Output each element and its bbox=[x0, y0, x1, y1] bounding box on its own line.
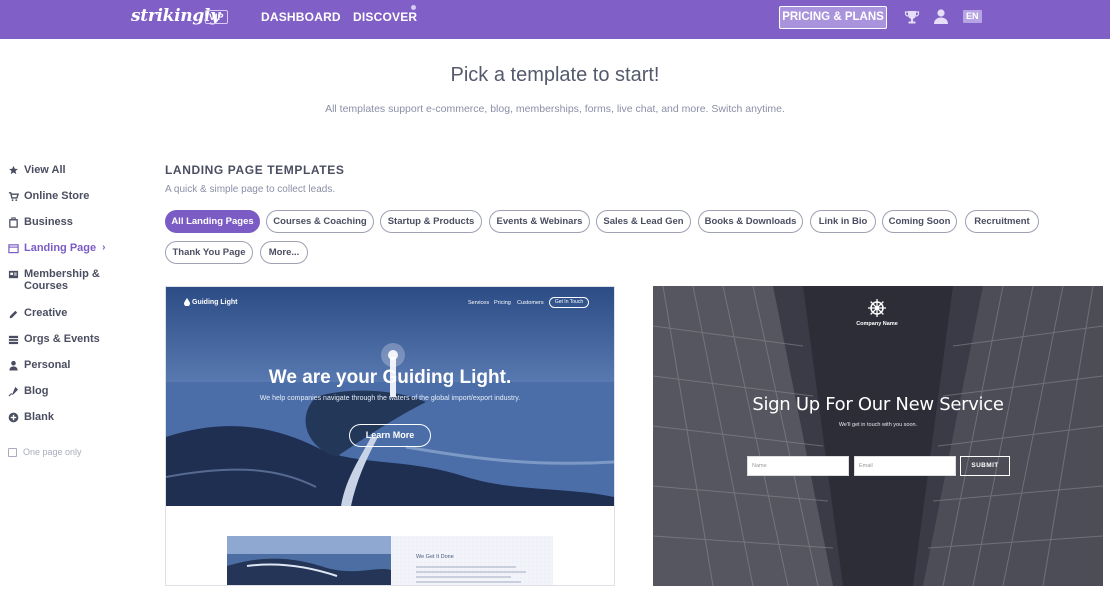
person-icon bbox=[9, 360, 18, 371]
plus-circle-icon bbox=[8, 412, 19, 423]
top-navigation-bar: strikingly VIP DASHBOARD DISCOVER PRICIN… bbox=[0, 0, 1110, 39]
sidebar-item-label: Online Store bbox=[24, 190, 90, 202]
one-page-only-checkbox[interactable] bbox=[8, 447, 17, 457]
sidebar-item-view-all[interactable]: View All bbox=[8, 164, 66, 176]
filter-events-webinars[interactable]: Events & Webinars bbox=[489, 210, 590, 233]
template-submit-button: SUBMIT bbox=[960, 456, 1010, 476]
template-cta-button: Learn More bbox=[349, 424, 431, 447]
section-title: LANDING PAGE TEMPLATES bbox=[165, 163, 345, 177]
template-nav-customers: Customers bbox=[517, 300, 544, 306]
template-card-guiding-light[interactable]: Guiding Light Services Pricing Customers… bbox=[165, 286, 615, 586]
template-preview-hero: Guiding Light Services Pricing Customers… bbox=[166, 287, 614, 506]
template-headline: Sign Up For Our New Service bbox=[752, 394, 1004, 415]
page-subtitle: All templates support e-commerce, blog, … bbox=[325, 103, 785, 115]
template-lower-title: We Get It Done bbox=[416, 554, 454, 560]
sidebar-item-label: Business bbox=[24, 216, 73, 228]
template-nav-pricing: Pricing bbox=[494, 300, 511, 306]
building-background-image bbox=[653, 286, 1103, 586]
chevron-right-icon: › bbox=[102, 242, 106, 253]
briefcase-icon bbox=[9, 217, 18, 228]
sidebar-item-label: Personal bbox=[24, 359, 71, 371]
template-headline: We are your Guiding Light. bbox=[268, 367, 512, 388]
sidebar-item-landing-page[interactable]: Landing Page › bbox=[8, 242, 105, 254]
notification-dot bbox=[411, 5, 416, 10]
filter-all-landing-pages[interactable]: All Landing Pages bbox=[165, 210, 260, 233]
filter-recruitment[interactable]: Recruitment bbox=[965, 210, 1039, 233]
events-icon bbox=[8, 335, 19, 345]
sidebar-item-creative[interactable]: Creative bbox=[8, 307, 67, 319]
template-subline: We help companies navigate through the w… bbox=[259, 395, 521, 402]
nav-discover[interactable]: DISCOVER bbox=[353, 10, 417, 24]
one-page-only-label: One page only bbox=[23, 447, 82, 457]
filter-more[interactable]: More... bbox=[260, 241, 308, 264]
membership-icon bbox=[8, 270, 19, 279]
nav-dashboard[interactable]: DASHBOARD bbox=[261, 10, 341, 24]
template-lower-image bbox=[227, 536, 391, 585]
template-brand: Guiding Light bbox=[192, 299, 238, 306]
template-brand: Company Name bbox=[856, 321, 898, 327]
filter-thank-you-page[interactable]: Thank You Page bbox=[165, 241, 253, 264]
sidebar-item-label: Blog bbox=[24, 385, 49, 397]
sidebar-item-personal[interactable]: Personal bbox=[8, 359, 70, 371]
language-selector[interactable]: EN bbox=[963, 10, 982, 23]
sidebar-item-membership-courses[interactable]: Membership & Courses bbox=[8, 268, 100, 292]
sidebar-item-business[interactable]: Business bbox=[8, 216, 73, 228]
text-placeholder-line bbox=[416, 576, 511, 578]
trophy-icon[interactable] bbox=[904, 9, 920, 25]
filter-books-downloads[interactable]: Books & Downloads bbox=[698, 210, 803, 233]
landing-page-icon bbox=[8, 244, 19, 254]
sidebar-item-orgs-events[interactable]: Orgs & Events bbox=[8, 333, 100, 345]
sidebar-item-blog[interactable]: Blog bbox=[8, 385, 48, 397]
filter-coming-soon[interactable]: Coming Soon bbox=[882, 210, 957, 233]
section-subtitle: A quick & simple page to collect leads. bbox=[165, 184, 336, 195]
template-email-field: Email bbox=[854, 456, 956, 476]
star-icon bbox=[9, 165, 18, 175]
sidebar-item-online-store[interactable]: Online Store bbox=[8, 190, 89, 202]
drop-logo-icon bbox=[184, 298, 190, 306]
sidebar-item-blank[interactable]: Blank bbox=[8, 411, 54, 423]
text-placeholder-line bbox=[416, 566, 516, 568]
cart-icon bbox=[8, 192, 19, 202]
sidebar-item-label: Membership & Courses bbox=[24, 268, 100, 292]
template-lower-panel bbox=[391, 536, 553, 585]
text-placeholder-line bbox=[416, 571, 526, 573]
ship-wheel-icon bbox=[868, 299, 886, 317]
page-title: Pick a template to start! bbox=[450, 64, 660, 86]
template-nav-button: Get In Touch bbox=[549, 297, 589, 308]
vip-badge: VIP bbox=[205, 10, 228, 24]
text-placeholder-line bbox=[416, 581, 521, 583]
pricing-plans-button[interactable]: PRICING & PLANS bbox=[779, 6, 887, 29]
filter-courses-coaching[interactable]: Courses & Coaching bbox=[266, 210, 374, 233]
palette-icon bbox=[9, 310, 18, 319]
filter-link-in-bio[interactable]: Link in Bio bbox=[810, 210, 876, 233]
one-page-only-option[interactable]: One page only bbox=[8, 447, 82, 457]
user-icon[interactable] bbox=[933, 8, 949, 25]
sidebar-item-label: Landing Page bbox=[24, 242, 97, 254]
template-subline: We'll get in touch with you soon. bbox=[838, 422, 918, 428]
template-card-signup[interactable]: Company Name Sign Up For Our New Service… bbox=[653, 286, 1103, 586]
pen-icon bbox=[8, 386, 19, 397]
sidebar-item-label: View All bbox=[24, 164, 66, 176]
sidebar-item-label: Blank bbox=[24, 411, 54, 423]
filter-sales-lead-gen[interactable]: Sales & Lead Gen bbox=[596, 210, 691, 233]
template-name-field: Name bbox=[747, 456, 849, 476]
sidebar-item-label: Orgs & Events bbox=[24, 333, 100, 345]
filter-startup-products[interactable]: Startup & Products bbox=[380, 210, 482, 233]
sidebar-item-label: Creative bbox=[24, 307, 68, 319]
template-nav-services: Services bbox=[468, 300, 490, 306]
